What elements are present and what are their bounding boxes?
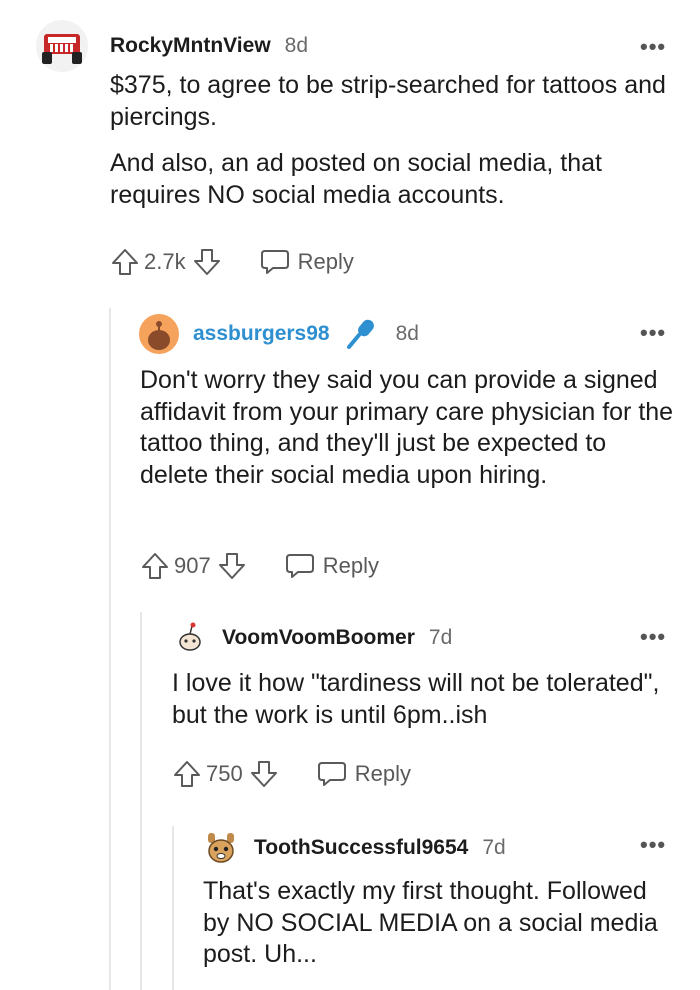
timestamp: 8d	[395, 322, 419, 345]
speech-bubble-icon	[260, 250, 289, 274]
reply-label: Reply	[322, 553, 379, 578]
vote-score: 750	[206, 761, 243, 786]
reply-button[interactable]: Reply	[260, 248, 354, 276]
microphone-icon	[346, 319, 374, 349]
comment-paragraph: I love it how "tardiness will not be tol…	[172, 669, 660, 729]
snoo-avatar-icon	[208, 833, 234, 863]
downvote-arrow-icon[interactable]	[217, 551, 247, 581]
username[interactable]: VoomVoomBoomer	[222, 626, 415, 650]
comment-paragraph: Don't worry they said you can provide a …	[140, 366, 674, 489]
thread-line	[109, 308, 111, 990]
speech-bubble-icon	[317, 762, 346, 786]
timestamp: 7d	[482, 836, 506, 859]
comment-paragraph: And also, an ad posted on social media, …	[110, 149, 602, 209]
jeep-avatar-icon	[42, 34, 82, 64]
vote-score: 2.7k	[144, 249, 186, 274]
more-options-icon[interactable]: •••	[640, 320, 666, 346]
username[interactable]: RockyMntnView	[110, 34, 271, 58]
comment-body: $375, to agree to be strip-searched for …	[110, 70, 680, 211]
reply-label: Reply	[297, 249, 354, 274]
timestamp: 8d	[284, 34, 309, 57]
comment-paragraph: That's exactly my first thought. Followe…	[203, 877, 658, 968]
username[interactable]: ToothSuccessful9654	[254, 836, 468, 860]
more-options-icon[interactable]: •••	[640, 34, 666, 60]
upvote-arrow-icon[interactable]	[140, 551, 170, 581]
downvote-arrow-icon[interactable]	[249, 759, 279, 789]
avatar[interactable]	[139, 314, 179, 354]
timestamp: 7d	[428, 626, 453, 649]
comment-body: I love it how "tardiness will not be tol…	[172, 668, 672, 731]
reply-label: Reply	[354, 761, 411, 786]
avatar[interactable]	[202, 829, 240, 867]
snoo-avatar-icon	[179, 622, 201, 651]
upvote-arrow-icon[interactable]	[172, 759, 202, 789]
comment-paragraph: $375, to agree to be strip-searched for …	[110, 71, 666, 131]
reply-button[interactable]: Reply	[285, 552, 379, 580]
vote-score: 907	[174, 553, 211, 578]
comment-actions: 2.7k Reply	[110, 245, 354, 279]
avatar[interactable]	[172, 620, 208, 656]
username[interactable]: assburgers98	[193, 322, 330, 346]
avatar[interactable]	[36, 20, 88, 72]
downvote-arrow-icon[interactable]	[192, 247, 222, 277]
speech-bubble-icon	[285, 554, 314, 578]
comment-actions: 750 Reply	[172, 757, 411, 791]
upvote-arrow-icon[interactable]	[110, 247, 140, 277]
thread-line	[140, 612, 142, 990]
snoo-avatar-icon	[148, 321, 170, 350]
comment-actions: 907 Reply	[140, 549, 379, 583]
more-options-icon[interactable]: •••	[640, 624, 666, 650]
comment-body: That's exactly my first thought. Followe…	[203, 876, 673, 971]
comment-body: Don't worry they said you can provide a …	[140, 365, 680, 491]
more-options-icon[interactable]: •••	[640, 832, 666, 858]
thread-line	[172, 826, 174, 990]
reply-button[interactable]: Reply	[317, 760, 411, 788]
